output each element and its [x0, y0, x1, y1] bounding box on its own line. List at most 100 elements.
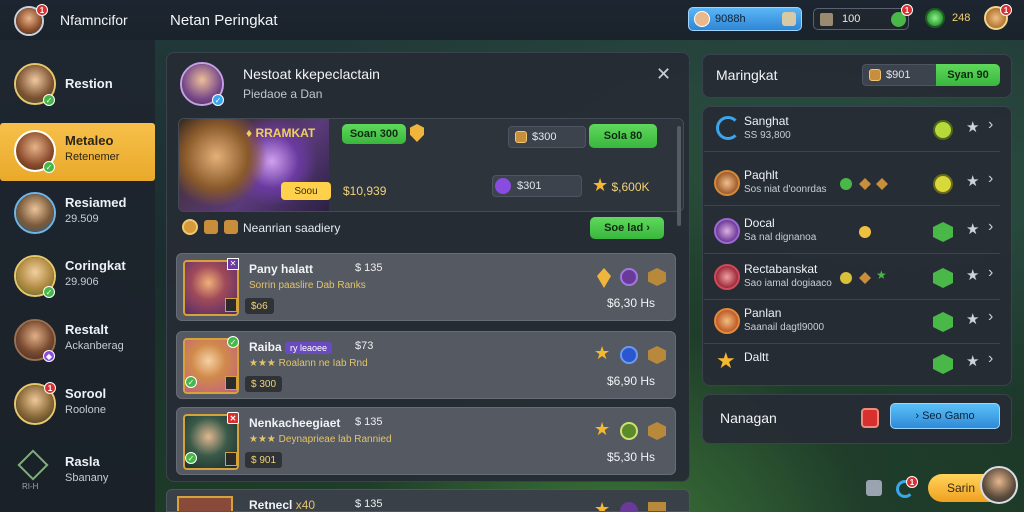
player-avatar[interactable]: [980, 466, 1018, 504]
hero-avatar: [14, 192, 56, 234]
mini-coin-icon: [840, 272, 852, 284]
sidebar-item-resiamed[interactable]: Resiamed 29.509: [0, 185, 155, 243]
right-list-item[interactable]: Panlan Saanail dagtl9000 ★ ›: [704, 300, 1000, 344]
sidebar-item-sorool[interactable]: 1 Sorool Roolone: [0, 376, 155, 434]
star-icon[interactable]: ★: [966, 220, 979, 238]
currency-blue-value: 9088h: [715, 13, 746, 25]
star-icon[interactable]: ★: [966, 310, 979, 328]
red-shield-icon: [861, 408, 879, 428]
coin-icon: [515, 131, 527, 143]
portrait-icon: [694, 11, 710, 27]
price-pill-a[interactable]: $300: [508, 126, 586, 148]
price-pill-b-value: $301: [517, 180, 542, 192]
hero-avatar: [714, 218, 740, 244]
see-more-button[interactable]: Soe lad ›: [590, 217, 664, 239]
right-price-pill[interactable]: $901: [862, 64, 938, 86]
gift-icon[interactable]: [866, 480, 882, 496]
currency-dark-pill[interactable]: 100: [813, 8, 909, 30]
row-sub: ★★★ Roalann ne Iab Rnd: [249, 358, 368, 369]
pill-a-button[interactable]: Sola 80: [589, 124, 657, 148]
right-row-name: Rectabanskat: [744, 262, 818, 276]
green-check-icon: ✓: [43, 94, 55, 106]
dark-pill-badge: 1: [901, 4, 913, 16]
screen-title: Netan Peringkat: [170, 12, 278, 29]
star-icon: ★: [592, 175, 609, 195]
scroll-track[interactable]: [677, 126, 681, 226]
corner-avatar-badge: 1: [1000, 4, 1012, 16]
sidebar-item-coringkat[interactable]: ✓ Coringkat 29.906: [0, 248, 155, 306]
star-icon: ★: [594, 343, 611, 363]
right-list-item[interactable]: Rectabanskat Sao iamal dogiaaco ★ ★ ›: [704, 256, 1000, 300]
sidebar-item-sub: 29.509: [65, 213, 99, 225]
currency-blue-pill[interactable]: 9088h: [688, 7, 802, 31]
hero-price: $10,939: [343, 184, 387, 198]
price-pill-b[interactable]: $301: [492, 175, 582, 197]
right-row-name: Sanghat: [744, 114, 789, 128]
star-icon[interactable]: ★: [966, 172, 979, 190]
right-price-pill-value: $901: [886, 69, 911, 81]
row-sub: Sorrin paaslire Dab Ranks: [249, 280, 366, 291]
chest-icon: [782, 12, 796, 26]
list-item[interactable]: ✕ Pany halatt Sorrin paaslire Dab Ranks …: [176, 253, 676, 321]
sidebar-item-sub: Sbanany: [65, 472, 109, 484]
lime-orb-icon: [933, 120, 953, 140]
bag-icon: [204, 220, 218, 234]
right-pill-button[interactable]: Syan 90: [936, 64, 1000, 86]
right-list-item[interactable]: Paqhlt Sos niat d'oonrdas ★ ›: [704, 162, 1000, 206]
sidebar-item-sub: Ackanberag: [65, 340, 124, 352]
gold-gem-icon: [597, 268, 611, 288]
chevron-right-icon[interactable]: ›: [988, 350, 993, 368]
list-item[interactable]: ✕ ✓ Nenkacheegiaet ★★★ Deynaprieae lab R…: [176, 407, 676, 475]
right-row-name: Daltt: [744, 350, 769, 364]
hero-tag: ♦ RRAMKAT: [246, 126, 316, 140]
close-icon[interactable]: ✕: [656, 64, 671, 85]
purple-gem-icon: ◆: [43, 350, 55, 362]
right-row-name: Panlan: [744, 306, 782, 320]
bronze-hex-icon: [648, 268, 666, 286]
see-game-button[interactable]: › Seo Gamo: [890, 403, 1000, 429]
star-icon[interactable]: ★: [966, 118, 979, 136]
green-gem-icon: [933, 268, 953, 288]
mini-coin-icon: [840, 178, 852, 190]
row-name: Retnecl x40: [249, 498, 316, 512]
chevron-right-icon[interactable]: ›: [988, 218, 993, 236]
info-text: Neanrian saadiery: [243, 221, 341, 235]
gem-value: 248: [952, 12, 971, 24]
star-icon[interactable]: ★: [966, 352, 979, 370]
sidebar-item-restalt[interactable]: ◆ Restalt Ackanberag: [0, 312, 155, 370]
list-item[interactable]: ✓ ✓ Raiba ry leaoee ★★★ Roalann ne Iab R…: [176, 331, 676, 399]
sidebar-small-code: RI-H: [22, 482, 39, 491]
sidebar-item-metaleo[interactable]: ✓ Metaleo Retenemer: [0, 123, 155, 181]
bag-icon: [820, 13, 833, 26]
purple-rune-icon: [620, 268, 638, 286]
sidebar-item-restion[interactable]: ✓ Restion: [0, 56, 155, 114]
hero-chip[interactable]: Soou: [281, 182, 331, 200]
row-price: $6,30 Hs: [606, 296, 655, 310]
star-icon: ★: [594, 419, 611, 439]
list-item-partial[interactable]: Retnecl x40 $ 135 ★: [166, 489, 690, 512]
hero-avatar: [714, 170, 740, 196]
coin-icon: [869, 69, 881, 81]
right-panel-title: Maringkat: [716, 67, 778, 83]
right-list-item[interactable]: Docal Sa nal dignanoa ★ ›: [704, 210, 1000, 254]
star-icon[interactable]: ★: [966, 266, 979, 284]
chevron-right-icon[interactable]: ›: [988, 264, 993, 282]
hero-action-button[interactable]: Soan 300: [342, 124, 406, 144]
sidebar-item-sub: Roolone: [65, 404, 106, 416]
green-check-icon: ✓: [185, 452, 197, 464]
right-row-sub: Sao iamal dogiaaco: [744, 278, 832, 289]
chevron-right-icon[interactable]: ›: [988, 116, 993, 134]
gem-icon[interactable]: [925, 8, 945, 28]
sidebar-item-rasla[interactable]: RI-H Rasla Sbanany: [0, 444, 155, 502]
sidebar-item-sub: Retenemer: [65, 151, 120, 163]
chevron-right-icon[interactable]: ›: [988, 308, 993, 326]
red-mark-icon: ✕: [227, 412, 239, 424]
chevron-right-icon[interactable]: ›: [988, 170, 993, 188]
right-list-item[interactable]: Sanghat SS 93,800 ★ ›: [704, 108, 1000, 152]
price-pill-b-price: ★ $,600K: [592, 175, 650, 195]
right-list-item[interactable]: ★ Daltt ★ ›: [704, 342, 1000, 386]
green-rune-icon: [620, 422, 638, 440]
currency-dark-value: 100: [842, 13, 861, 25]
price-pill-a-value: $300: [532, 131, 557, 143]
gold-coin-icon: [182, 219, 198, 235]
